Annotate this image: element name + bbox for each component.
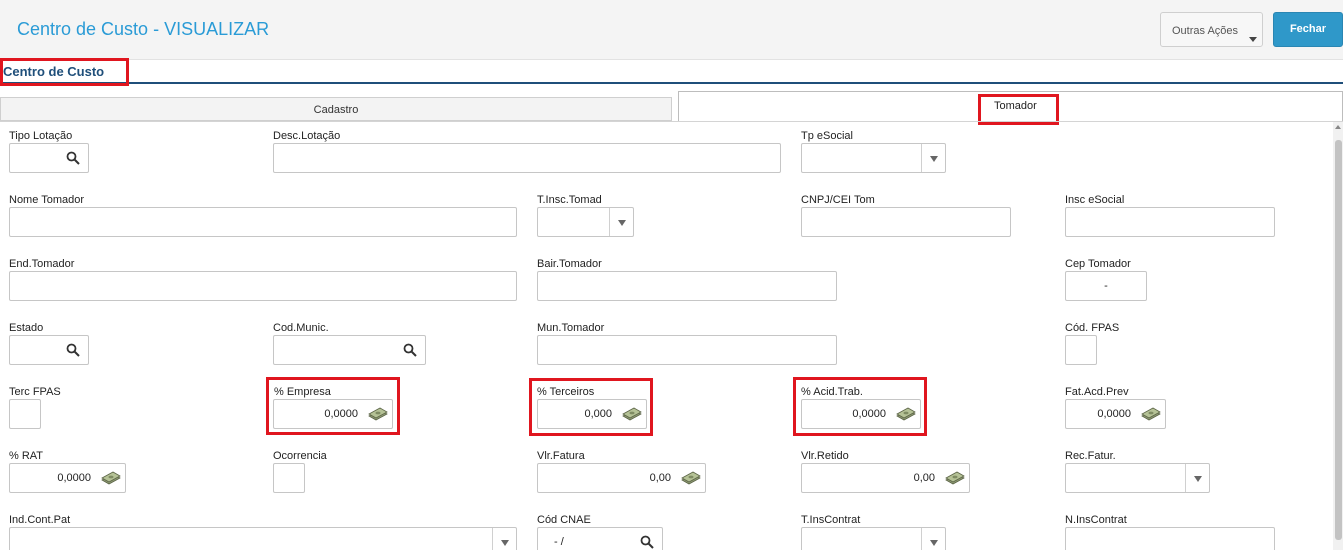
fat-acd-prev-label: Fat.Acd.Prev [1065, 386, 1129, 398]
bair-tomador-field[interactable] [537, 271, 837, 301]
vlr-fatura-field[interactable]: 0,00 [537, 463, 706, 493]
cep-tomador-label: Cep Tomador [1065, 258, 1131, 270]
ind-cont-pat-select[interactable] [9, 527, 517, 550]
scrollbar-thumb[interactable] [1335, 140, 1342, 540]
pct-terceiros-label: % Terceiros [537, 386, 595, 398]
cod-fpas-field[interactable] [1065, 335, 1097, 365]
chevron-down-icon[interactable] [921, 144, 945, 172]
vlr-retido-field[interactable]: 0,00 [801, 463, 970, 493]
n-inscontrat-label: N.InsContrat [1065, 514, 1127, 526]
fechar-button[interactable]: Fechar [1273, 12, 1343, 47]
search-icon[interactable] [403, 343, 417, 357]
ocorrencia-field[interactable] [273, 463, 305, 493]
vlr-retido-label: Vlr.Retido [801, 450, 849, 462]
t-inscontrat-select[interactable] [801, 527, 946, 550]
nome-tomador-field[interactable] [9, 207, 517, 237]
scroll-up-icon[interactable] [1335, 125, 1341, 129]
estado-label: Estado [9, 322, 44, 334]
pct-acid-trab-field[interactable]: 0,0000 [801, 399, 921, 429]
chevron-down-icon[interactable] [492, 528, 516, 550]
insc-esocial-field[interactable] [1065, 207, 1275, 237]
section-title: Centro de Custo [3, 64, 105, 79]
rec-fatur-select[interactable] [1065, 463, 1210, 493]
vlr-fatura-value: 0,00 [649, 472, 671, 484]
search-icon[interactable] [66, 151, 80, 165]
cep-tomador-value: - [1104, 280, 1108, 292]
ind-cont-pat-label: Ind.Cont.Pat [9, 514, 71, 526]
cod-cnae-field[interactable]: - / [537, 527, 663, 550]
cod-cnae-label: Cód CNAE [537, 514, 591, 526]
chevron-down-icon[interactable] [609, 208, 633, 236]
estado-field[interactable] [9, 335, 89, 365]
cod-fpas-label: Cód. FPAS [1065, 322, 1120, 334]
search-icon[interactable] [640, 535, 654, 549]
end-tomador-label: End.Tomador [9, 258, 75, 270]
tab-tomador-label: Tomador [994, 100, 1037, 112]
cnpj-cei-tom-field[interactable] [801, 207, 1011, 237]
cnpj-cei-tom-label: CNPJ/CEI Tom [801, 194, 875, 206]
pct-acid-trab-label: % Acid.Trab. [801, 386, 863, 398]
chevron-down-icon [1249, 37, 1257, 42]
chevron-down-icon[interactable] [921, 528, 945, 550]
cod-munic-field[interactable] [273, 335, 426, 365]
t-inscontrat-label: T.InsContrat [801, 514, 861, 526]
money-icon[interactable] [945, 470, 965, 486]
pct-empresa-field[interactable]: 0,0000 [273, 399, 393, 429]
section-divider [0, 82, 1343, 84]
cod-cnae-value: - / [554, 536, 564, 548]
tipo-lotacao-label: Tipo Lotação [9, 130, 73, 142]
ocorrencia-label: Ocorrencia [273, 450, 327, 462]
terc-fpas-label: Terc FPAS [9, 386, 61, 398]
end-tomador-field[interactable] [9, 271, 517, 301]
search-icon[interactable] [66, 343, 80, 357]
terc-fpas-field[interactable] [9, 399, 41, 429]
pct-empresa-label: % Empresa [274, 386, 331, 398]
pct-empresa-value: 0,0000 [324, 408, 358, 420]
money-icon[interactable] [622, 406, 642, 422]
money-icon[interactable] [1141, 406, 1161, 422]
chevron-down-icon[interactable] [1185, 464, 1209, 492]
money-icon[interactable] [368, 406, 388, 422]
vlr-fatura-label: Vlr.Fatura [537, 450, 585, 462]
mun-tomador-field[interactable] [537, 335, 837, 365]
money-icon[interactable] [896, 406, 916, 422]
tp-esocial-select[interactable] [801, 143, 946, 173]
fat-acd-prev-field[interactable]: 0,0000 [1065, 399, 1166, 429]
tp-esocial-label: Tp eSocial [801, 130, 853, 142]
t-insc-tomad-select[interactable] [537, 207, 634, 237]
insc-esocial-label: Insc eSocial [1065, 194, 1125, 206]
nome-tomador-label: Nome Tomador [9, 194, 84, 206]
n-inscontrat-field[interactable] [1065, 527, 1275, 550]
cep-tomador-field[interactable]: - [1065, 271, 1147, 301]
outras-acoes-label: Outras Ações [1172, 25, 1239, 37]
bair-tomador-label: Bair.Tomador [537, 258, 602, 270]
tab-cadastro[interactable]: Cadastro [0, 97, 672, 121]
money-icon[interactable] [681, 470, 701, 486]
pct-terceiros-field[interactable]: 0,000 [537, 399, 647, 429]
pct-rat-value: 0,0000 [57, 472, 91, 484]
pct-terceiros-value: 0,000 [584, 408, 612, 420]
pct-rat-label: % RAT [9, 450, 44, 462]
t-insc-tomad-label: T.Insc.Tomad [537, 194, 602, 206]
money-icon[interactable] [101, 470, 121, 486]
mun-tomador-label: Mun.Tomador [537, 322, 605, 334]
outras-acoes-button[interactable]: Outras Ações [1160, 12, 1263, 47]
page-title: Centro de Custo - VISUALIZAR [17, 19, 270, 39]
top-bar: Centro de Custo - VISUALIZAR Outras Açõe… [0, 0, 1343, 60]
desc-lotacao-label: Desc.Lotação [273, 130, 341, 142]
fat-acd-prev-value: 0,0000 [1097, 408, 1131, 420]
desc-lotacao-field[interactable] [273, 143, 781, 173]
rec-fatur-label: Rec.Fatur. [1065, 450, 1116, 462]
pct-rat-field[interactable]: 0,0000 [9, 463, 126, 493]
cod-munic-label: Cod.Munic. [273, 322, 329, 334]
tipo-lotacao-field[interactable] [9, 143, 89, 173]
tabs-divider [0, 121, 1343, 122]
vlr-retido-value: 0,00 [913, 472, 935, 484]
pct-acid-trab-value: 0,0000 [852, 408, 886, 420]
